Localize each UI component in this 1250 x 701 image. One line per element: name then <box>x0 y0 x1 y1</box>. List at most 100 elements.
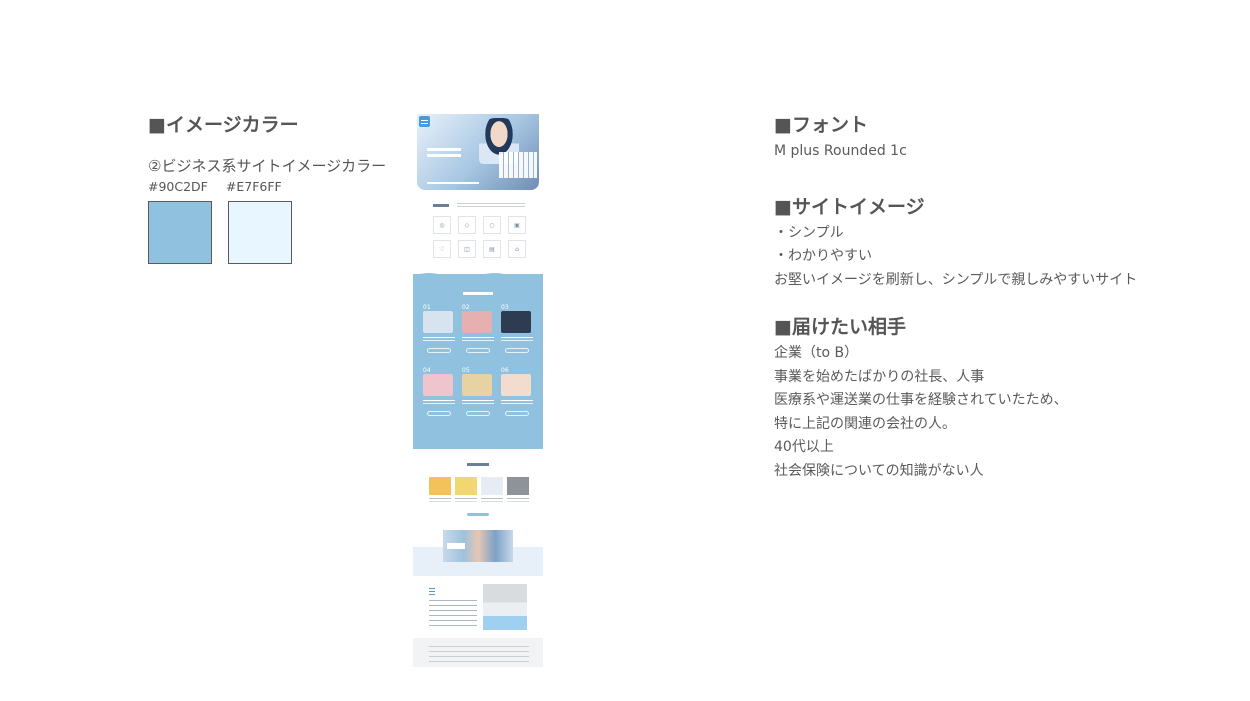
menu-icon <box>429 588 435 595</box>
feature-card-text-placeholder <box>462 337 494 338</box>
feature-card-photo <box>462 311 492 333</box>
services-text-placeholder <box>457 203 525 204</box>
calendar-icon <box>499 152 537 178</box>
thumb-recruit <box>413 530 543 576</box>
target-audience-line: 特に上記の関連の会社の人。 <box>774 415 956 432</box>
hex-label-secondary: #E7F6FF <box>225 179 282 194</box>
image-color-section: ■イメージカラー ②ビジネス系サイトイメージカラー #90C2DF #E7F6F… <box>148 112 408 264</box>
font-name: M plus Rounded 1c <box>774 143 907 159</box>
news-item-image <box>429 477 451 495</box>
service-icon: ▤ <box>483 240 501 258</box>
news-item-image <box>481 477 503 495</box>
feature-card-button <box>505 411 529 416</box>
feature-card-number: 05 <box>462 367 470 374</box>
image-color-subtitle: ②ビジネス系サイトイメージカラー <box>148 157 387 175</box>
services-grid: ◎ ◇ ○ ▣ ♡ ◫ ▤ ⌂ <box>433 216 529 258</box>
services-title-placeholder <box>433 204 449 207</box>
features-grid: 01 02 03 04 05 06 <box>423 304 535 416</box>
service-icon: ○ <box>483 216 501 234</box>
service-icon: ▣ <box>508 216 526 234</box>
service-icon: ◎ <box>433 216 451 234</box>
news-item <box>481 477 503 499</box>
news-more-button <box>467 513 489 516</box>
swatch-secondary <box>228 201 292 264</box>
target-audience-section: ■届けたい相手 企業（to B） 事業を始めたばかりの社長、人事 医療系や運送業… <box>774 314 1234 483</box>
news-title-placeholder <box>467 463 489 466</box>
site-image-line: ・シンプル <box>774 224 844 241</box>
news-item-text-placeholder <box>481 498 503 499</box>
feature-card-button <box>427 411 451 416</box>
swatch-primary <box>148 201 212 264</box>
thumb-services: ◎ ◇ ○ ▣ ♡ ◫ ▤ ⌂ <box>413 198 543 270</box>
feature-card-button <box>466 411 490 416</box>
thumb-access <box>413 580 543 632</box>
features-title-placeholder <box>463 292 493 295</box>
feature-card-number: 06 <box>501 367 509 374</box>
news-item-image <box>507 477 529 495</box>
hero-title-placeholder <box>427 148 461 151</box>
news-item <box>455 477 477 499</box>
target-audience-line: 社会保険についての知識がない人 <box>774 462 984 479</box>
target-audience-line: 医療系や運送業の仕事を経験されていたため、 <box>774 392 1068 408</box>
thumb-features-band: 01 02 03 04 05 06 <box>413 273 543 449</box>
font-section: ■フォント M plus Rounded 1c <box>774 112 1234 164</box>
feature-card-number: 01 <box>423 304 431 311</box>
feature-card-text-placeholder <box>423 400 455 401</box>
feature-card-button <box>427 348 451 353</box>
thumb-hero <box>417 114 539 190</box>
news-row <box>429 477 529 499</box>
hero-bar <box>427 182 479 184</box>
color-swatches <box>148 201 408 264</box>
feature-card-number: 04 <box>423 367 431 374</box>
feature-card-text-placeholder <box>501 400 533 401</box>
feature-card-number: 03 <box>501 304 509 311</box>
target-audience-heading: ■届けたい相手 <box>774 316 906 338</box>
news-item <box>507 477 529 499</box>
news-item-text-placeholder <box>507 498 529 499</box>
site-image-line: ・わかりやすい <box>774 248 872 264</box>
feature-card-photo <box>462 374 492 396</box>
font-heading: ■フォント <box>774 114 868 136</box>
feature-card: 06 <box>501 367 533 416</box>
image-color-heading: ■イメージカラー <box>148 114 299 136</box>
news-item <box>429 477 451 499</box>
target-audience-line: 事業を始めたばかりの社長、人事 <box>774 368 985 385</box>
news-item-text-placeholder <box>429 498 451 499</box>
menu-icon <box>419 116 430 127</box>
service-icon: ♡ <box>433 240 451 258</box>
site-thumbnail: ◎ ◇ ○ ▣ ♡ ◫ ▤ ⌂ 01 02 03 04 05 06 <box>413 112 543 667</box>
site-image-heading: ■サイトイメージ <box>774 195 925 218</box>
design-concept-sheet: ■イメージカラー ②ビジネス系サイトイメージカラー #90C2DF #E7F6F… <box>0 0 1250 701</box>
feature-card: 01 <box>423 304 455 353</box>
hex-codes: #90C2DF #E7F6FF <box>148 179 408 195</box>
access-text-placeholder <box>429 600 477 628</box>
feature-card-number: 02 <box>462 304 470 311</box>
news-item-image <box>455 477 477 495</box>
thumb-footer <box>413 638 543 667</box>
site-image-line: お堅いイメージを刷新し、シンプルで親しみやすいサイト <box>774 271 1138 288</box>
feature-card-text-placeholder <box>423 337 455 338</box>
wave-top <box>413 273 543 280</box>
footer-text-placeholder <box>429 646 529 662</box>
service-icon: ⌂ <box>508 240 526 258</box>
feature-card-text-placeholder <box>462 400 494 401</box>
feature-card-button <box>505 348 529 353</box>
site-image-section: ■サイトイメージ ・シンプル ・わかりやすい お堅いイメージを刷新し、シンプルで… <box>774 194 1234 293</box>
thumb-news <box>413 457 543 519</box>
feature-card-photo <box>423 311 453 333</box>
feature-card: 04 <box>423 367 455 416</box>
hex-label-primary: #90C2DF <box>148 179 208 194</box>
feature-card-photo <box>501 374 531 396</box>
target-audience-line: 40代以上 <box>774 439 834 455</box>
feature-card: 02 <box>462 304 494 353</box>
service-icon: ◇ <box>458 216 476 234</box>
feature-card-text-placeholder <box>501 337 533 338</box>
feature-card-photo <box>501 311 531 333</box>
feature-card: 05 <box>462 367 494 416</box>
feature-card-photo <box>423 374 453 396</box>
feature-card: 03 <box>501 304 533 353</box>
site-info: ■フォント M plus Rounded 1c ■サイトイメージ ・シンプル ・… <box>774 112 1234 483</box>
news-item-text-placeholder <box>455 498 477 499</box>
map-image <box>483 584 527 630</box>
target-audience-line: 企業（to B） <box>774 345 859 361</box>
